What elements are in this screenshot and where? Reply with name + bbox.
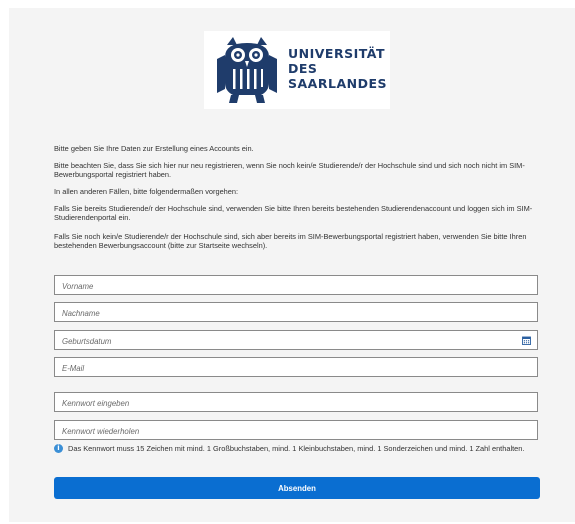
email-field xyxy=(54,357,538,378)
birthdate-input[interactable] xyxy=(55,332,537,351)
password-repeat-field xyxy=(54,420,538,441)
logo-line-2: DES xyxy=(288,61,318,76)
lastname-field xyxy=(54,302,538,323)
password-hint-text: Das Kennwort muss 15 Zeichen mit mind. 1… xyxy=(68,444,525,453)
birthdate-field xyxy=(54,330,538,351)
firstname-field xyxy=(54,275,538,296)
info-icon: i xyxy=(54,444,63,453)
email-input[interactable] xyxy=(55,359,537,378)
password-repeat-input[interactable] xyxy=(55,422,537,441)
intro-text-2: Bitte beachten Sie, dass Sie sich hier n… xyxy=(54,161,525,180)
logo-line-3: SAARLANDES xyxy=(288,76,387,91)
submit-button[interactable]: Absenden xyxy=(54,477,540,499)
lastname-input[interactable] xyxy=(55,304,537,323)
intro-text-5: Falls Sie noch kein/e Studierende/r der … xyxy=(54,232,527,251)
calendar-icon[interactable] xyxy=(522,336,531,345)
firstname-input[interactable] xyxy=(55,277,537,296)
owl-emblem-icon xyxy=(217,37,277,103)
logo-wordmark: UNIVERSITÄT DES SAARLANDES xyxy=(288,46,387,91)
password-input[interactable] xyxy=(55,394,537,413)
intro-text-3: In allen anderen Fällen, bitte folgender… xyxy=(54,187,239,196)
password-field xyxy=(54,392,538,413)
intro-text-1: Bitte geben Sie Ihre Daten zur Erstellun… xyxy=(54,144,254,153)
university-logo: UNIVERSITÄT DES SAARLANDES xyxy=(204,31,390,109)
intro-text-4: Falls Sie bereits Studierende/r der Hoch… xyxy=(54,204,533,223)
logo-line-1: UNIVERSITÄT xyxy=(288,46,386,61)
